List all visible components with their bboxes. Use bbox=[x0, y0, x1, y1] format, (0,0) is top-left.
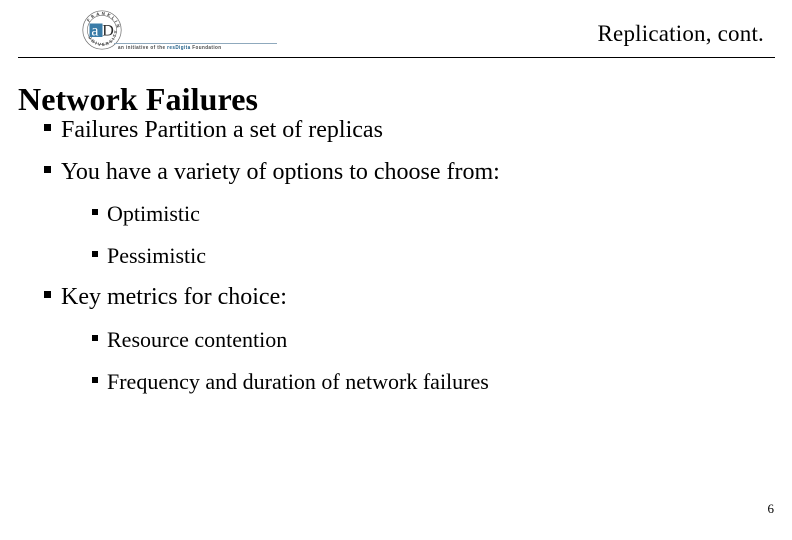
logo-tagline-prefix: an initiative of the bbox=[118, 44, 168, 51]
bullet-text: Failures Partition a set of replicas bbox=[61, 117, 383, 143]
bullet-item: Failures Partition a set of replicas bbox=[30, 110, 768, 152]
slide: FRANKLIN UNIVERSITY a D an initiative of… bbox=[0, 0, 792, 540]
svg-text:a: a bbox=[91, 23, 98, 40]
bullet-item: Optimistic bbox=[30, 193, 768, 235]
bullet-item: You have a variety of options to choose … bbox=[30, 152, 768, 194]
bullet-text: Key metrics for choice: bbox=[61, 284, 287, 310]
bullet-item: Frequency and duration of network failur… bbox=[30, 361, 768, 403]
logo-tagline: an initiative of the resDigita Foundatio… bbox=[118, 44, 278, 50]
bullet-text: Pessimistic bbox=[107, 243, 207, 268]
bullet-text: Frequency and duration of network failur… bbox=[107, 368, 489, 394]
page-number: 6 bbox=[767, 501, 775, 516]
bullet-text: Optimistic bbox=[107, 201, 200, 226]
bullet-square-icon bbox=[92, 257, 98, 263]
bullet-square-icon bbox=[92, 341, 98, 347]
logo-tagline-suffix: Foundation bbox=[190, 44, 222, 51]
header-title: Replication, cont. bbox=[597, 21, 764, 46]
header-divider bbox=[18, 57, 775, 58]
bullet-square-icon bbox=[92, 383, 98, 389]
bullet-item: Pessimistic bbox=[30, 235, 768, 277]
bullet-square-icon bbox=[44, 172, 51, 179]
logo: FRANKLIN UNIVERSITY a D an initiative of… bbox=[62, 4, 277, 56]
bullet-square-icon bbox=[44, 297, 51, 304]
bullet-square-icon bbox=[92, 215, 98, 221]
svg-text:D: D bbox=[102, 23, 114, 40]
bullet-item: Resource contention bbox=[30, 319, 768, 361]
bullet-text: You have a variety of options to choose … bbox=[61, 158, 500, 185]
bullet-square-icon bbox=[44, 130, 51, 137]
bullet-item: Key metrics for choice: bbox=[30, 277, 768, 319]
logo-tagline-brand: resDigita bbox=[167, 44, 191, 51]
bullet-list: Failures Partition a set of replicas You … bbox=[30, 110, 768, 403]
bullet-text: Resource contention bbox=[107, 326, 288, 352]
